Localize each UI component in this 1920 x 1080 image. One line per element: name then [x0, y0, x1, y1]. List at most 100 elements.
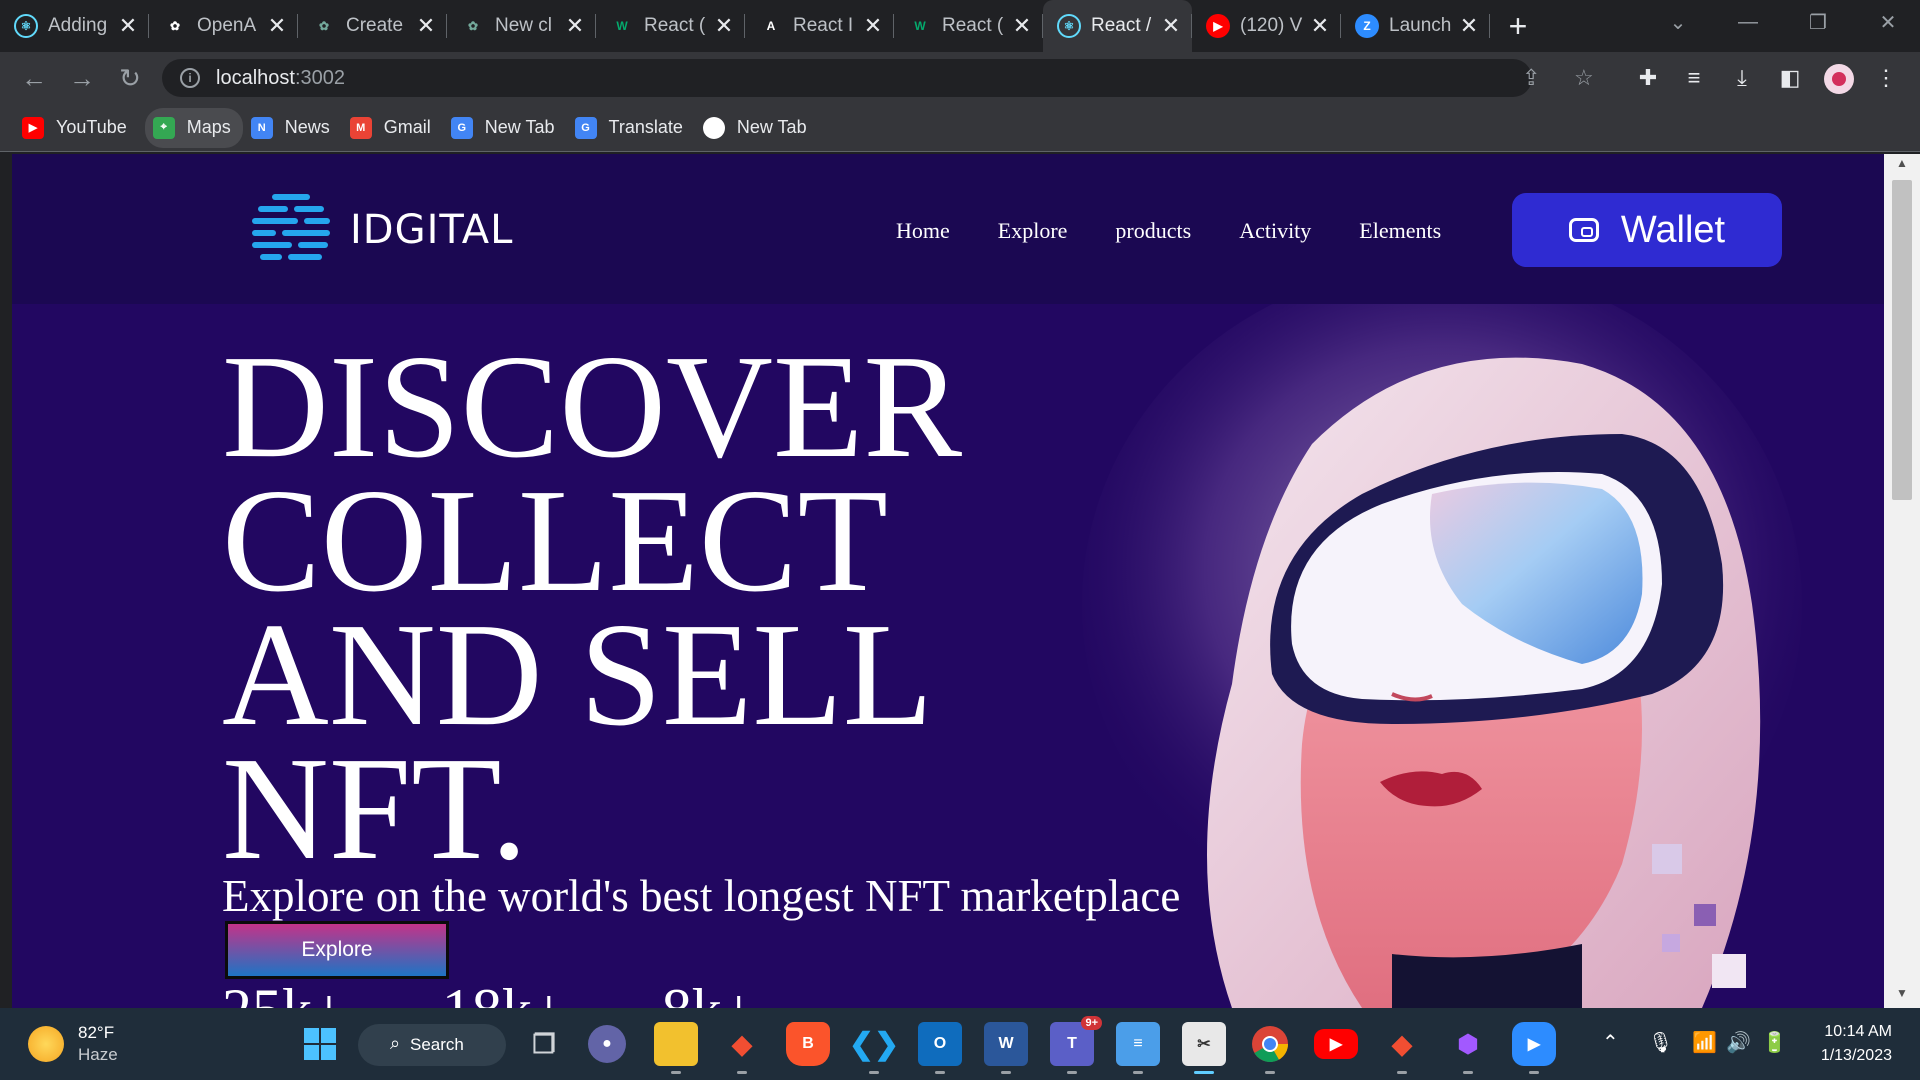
extensions-icon[interactable]: ✚ — [1632, 62, 1664, 94]
restore-icon[interactable]: ❐ — [1790, 0, 1846, 44]
windows-taskbar: 82°F Haze ⌕ Search ❐ ● ◆ B ❮❯ O W T 9+ ≡ … — [0, 1008, 1920, 1080]
close-tab-icon[interactable]: ✕ — [1011, 13, 1033, 39]
nav-elements[interactable]: Elements — [1359, 218, 1441, 244]
vscode-icon[interactable]: ❮❯ — [849, 1022, 899, 1074]
download-icon[interactable]: ⤓ — [1726, 62, 1758, 94]
scroll-up-icon[interactable]: ▲ — [1884, 156, 1920, 176]
hero-line: AND SELL — [222, 593, 934, 757]
bookmark-star-icon[interactable]: ☆ — [1574, 65, 1594, 91]
chrome-icon[interactable] — [1248, 1022, 1292, 1074]
close-tab-icon[interactable]: ✕ — [1309, 13, 1331, 39]
browser-tab[interactable]: ✿ New cl ✕ — [447, 0, 596, 52]
battery-icon[interactable]: 🔋 — [1762, 1030, 1787, 1055]
chevron-up-icon[interactable]: ⌃ — [1602, 1030, 1619, 1055]
bookmark-item[interactable]: New Tab — [701, 108, 819, 148]
notepad-icon[interactable]: ≡ — [1116, 1022, 1160, 1074]
scrollbar-thumb[interactable] — [1892, 180, 1912, 500]
weather-widget[interactable]: 82°F Haze — [28, 1022, 118, 1066]
address-bar[interactable]: i localhost :3002 ⇪ ☆ — [162, 59, 1594, 97]
snipping-tool-icon[interactable]: ✂ — [1182, 1022, 1226, 1074]
taskbar-clock[interactable]: 10:14 AM 1/13/2023 — [1800, 1020, 1892, 1068]
profile-avatar[interactable] — [1824, 64, 1854, 94]
scroll-down-icon[interactable]: ▼ — [1884, 986, 1920, 1006]
stat-value: 25k+ — [222, 980, 346, 1008]
side-panel-icon[interactable]: ◧ — [1774, 62, 1806, 94]
address-host: localhost — [216, 66, 295, 89]
reload-icon[interactable]: ↻ — [106, 54, 154, 102]
browser-tab[interactable]: ▶ (120) V ✕ — [1192, 0, 1341, 52]
bookmark-item[interactable]: N News — [249, 108, 342, 148]
close-tab-icon[interactable]: ✕ — [1160, 13, 1182, 39]
bookmark-item[interactable]: G Translate — [573, 108, 695, 148]
close-tab-icon[interactable]: ✕ — [117, 13, 139, 39]
volume-icon[interactable]: 🔊 — [1726, 1030, 1751, 1055]
site-info-icon[interactable]: i — [180, 68, 200, 88]
browser-tab[interactable]: ✿ Create ✕ — [298, 0, 447, 52]
bookmark-label: YouTube — [56, 117, 127, 137]
browser-tab[interactable]: Z Launch ✕ — [1341, 0, 1490, 52]
nav-activity[interactable]: Activity — [1239, 218, 1311, 244]
nav-home[interactable]: Home — [896, 218, 950, 244]
close-tab-icon[interactable]: ✕ — [266, 13, 288, 39]
git-icon[interactable]: ◆ — [720, 1022, 764, 1074]
minimize-icon[interactable]: — — [1720, 0, 1776, 44]
tab-title: OpenA — [197, 15, 257, 36]
close-window-icon[interactable]: ✕ — [1860, 0, 1916, 44]
bookmark-item[interactable]: M Gmail — [348, 108, 443, 148]
hero-title: DISCOVER COLLECT AND SELL NFT. — [222, 333, 962, 891]
stats-row: 25k+ 18k+ 8k+ — [222, 980, 852, 1008]
taskbar-search[interactable]: ⌕ Search — [358, 1024, 506, 1066]
hero-line: NFT. — [222, 727, 528, 891]
git-icon[interactable]: ◆ — [1380, 1022, 1424, 1074]
wallet-button[interactable]: Wallet — [1512, 193, 1782, 267]
news-icon: N — [250, 116, 273, 139]
gmail-icon: M — [349, 116, 372, 139]
browser-tab[interactable]: W React (✕ — [596, 0, 745, 52]
browser-tab[interactable]: ⚛ Adding ✕ — [0, 0, 149, 52]
site-logo[interactable]: IDGITAL — [250, 192, 513, 268]
figma-icon[interactable]: ⬢ — [1446, 1022, 1490, 1074]
page-scrollbar[interactable]: ▲ ▼ — [1884, 154, 1920, 1008]
close-tab-icon[interactable]: ✕ — [713, 13, 735, 39]
menu-icon[interactable]: ⋮ — [1870, 62, 1902, 94]
teams-icon[interactable]: T 9+ — [1050, 1016, 1102, 1074]
tab-search-icon[interactable]: ⌄ — [1650, 0, 1706, 44]
search-label: Search — [410, 1035, 464, 1054]
outlook-icon[interactable]: O — [918, 1022, 962, 1074]
close-tab-icon[interactable]: ✕ — [564, 13, 586, 39]
browser-tab[interactable]: ⚛ React / ✕ — [1043, 0, 1192, 52]
bookmark-label: Gmail — [383, 117, 431, 137]
bookmark-item[interactable]: ⌖ Maps — [144, 107, 243, 148]
browser-tab[interactable]: A React I ✕ — [745, 0, 894, 52]
file-explorer-icon[interactable] — [654, 1022, 698, 1074]
angular-icon: A — [766, 19, 776, 33]
tab-title: Create — [346, 15, 404, 36]
bookmark-item[interactable]: ▶ YouTube — [20, 108, 139, 148]
youtube-app-icon[interactable]: ▶ — [1314, 1029, 1358, 1059]
youtube-icon: ▶ — [22, 116, 44, 139]
new-tab-button[interactable]: + — [1498, 6, 1538, 46]
brave-icon[interactable]: B — [786, 1022, 830, 1066]
task-view-icon[interactable]: ❐ — [522, 1022, 566, 1066]
browser-tab[interactable]: W React (✕ — [894, 0, 1043, 52]
tab-title: React / — [1091, 15, 1152, 36]
nav-explore[interactable]: Explore — [998, 218, 1068, 244]
nav-products[interactable]: products — [1115, 218, 1191, 244]
explore-button[interactable]: Explore — [225, 921, 449, 979]
word-icon[interactable]: W — [984, 1022, 1028, 1074]
wallet-icon — [1568, 218, 1599, 242]
close-tab-icon[interactable]: ✕ — [862, 13, 884, 39]
bookmark-item[interactable]: G New Tab — [449, 108, 567, 148]
back-icon[interactable]: ← — [10, 54, 58, 102]
media-queue-icon[interactable]: ≡ — [1678, 62, 1710, 94]
wifi-icon[interactable]: 📶 — [1692, 1030, 1717, 1055]
share-icon[interactable]: ⇪ — [1522, 65, 1540, 91]
close-tab-icon[interactable]: ✕ — [415, 13, 437, 39]
chat-icon[interactable]: ● — [588, 1025, 626, 1063]
forward-icon[interactable]: → — [58, 54, 106, 102]
microphone-icon[interactable]: 🎙 — [1648, 1030, 1673, 1055]
browser-tab[interactable]: ✿ OpenA ✕ — [149, 0, 298, 52]
start-icon[interactable] — [298, 1022, 342, 1066]
close-tab-icon[interactable]: ✕ — [1458, 13, 1480, 39]
zoom-icon[interactable]: ▶ — [1512, 1022, 1556, 1074]
